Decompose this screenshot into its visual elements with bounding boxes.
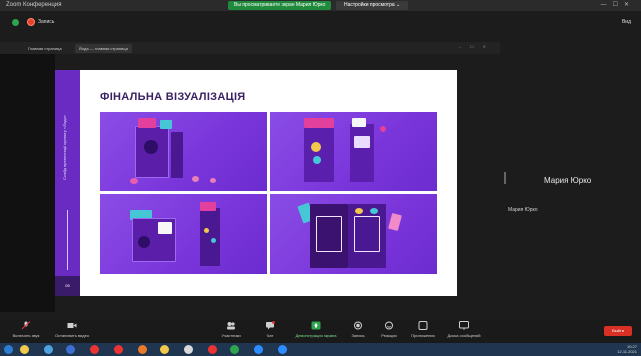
video-label: Остановить видео xyxy=(54,333,90,338)
shared-screen-margin xyxy=(0,54,55,312)
shared-slide: Слайд презентації проекту «Йода» 05 ФІНА… xyxy=(55,70,457,296)
chrome-icon[interactable] xyxy=(160,345,169,354)
record-icon xyxy=(27,18,35,26)
product-image-2 xyxy=(270,112,437,191)
product-image-4 xyxy=(270,194,437,274)
product-image-1 xyxy=(100,112,267,191)
view-options-button[interactable]: Настройки просмотра ⌄ xyxy=(336,1,409,10)
whiteboard-icon xyxy=(459,321,469,330)
record-icon xyxy=(354,321,362,330)
apps-label: Приложения xyxy=(411,333,435,338)
meeting-toolbar: Включить звук Остановить видео Участники… xyxy=(0,319,641,343)
yandex-icon[interactable] xyxy=(90,345,99,354)
chat-label: Чат xyxy=(266,333,274,338)
slide-side-text: Слайд презентації проекту «Йода» xyxy=(62,115,67,180)
shared-browser-tabs: Главная страница Йода — главная страница… xyxy=(0,42,500,54)
slide-title: ФІНАЛЬНА ВІЗУАЛІЗАЦІЯ xyxy=(100,91,246,103)
window-title: Zoom Конференция xyxy=(6,2,62,8)
browser-tab: Главная страница xyxy=(28,46,62,51)
mute-button[interactable]: Включить звук xyxy=(8,321,44,338)
opera-icon[interactable] xyxy=(114,345,123,354)
chat-icon xyxy=(266,321,275,330)
clock-date: 12.11.2021 xyxy=(617,349,637,354)
reactions-button[interactable]: Реакции xyxy=(376,321,402,338)
participants-label: Участники xyxy=(221,333,241,338)
app-icon[interactable] xyxy=(230,345,239,354)
system-clock[interactable]: 10:27 12.11.2021 xyxy=(617,344,637,354)
slide-page-number: 05 xyxy=(55,276,80,296)
microphone-muted-icon xyxy=(21,321,31,330)
zoom-window: Zoom Конференция Вы просматриваете экран… xyxy=(0,0,641,356)
whiteboard-label: Доска сообщений xyxy=(447,333,481,338)
explorer-icon[interactable] xyxy=(20,345,29,354)
record-label: Запись xyxy=(351,333,365,338)
view-button[interactable]: Вид xyxy=(622,19,631,25)
chat-button[interactable]: Чат xyxy=(258,321,282,338)
product-image-3 xyxy=(100,194,267,274)
sharing-banner: Вы просматриваете экран Мария Юрко xyxy=(228,1,332,10)
windows-taskbar: 10:27 12.11.2021 xyxy=(0,343,641,356)
share-label: Демонстрация экрана xyxy=(295,333,337,338)
camera-icon xyxy=(67,323,77,328)
record-label[interactable]: Запись xyxy=(38,19,54,25)
share-screen-icon xyxy=(311,321,321,330)
title-bar: Zoom Конференция Вы просматриваете экран… xyxy=(0,0,641,11)
apps-icon xyxy=(418,321,428,330)
video-button[interactable]: Остановить видео xyxy=(50,321,94,338)
meeting-top-bar: Запись Вид xyxy=(0,11,641,33)
pane-resize-handle[interactable] xyxy=(504,172,506,184)
apps-button[interactable]: Приложения xyxy=(406,321,440,338)
browser-icon[interactable] xyxy=(138,345,147,354)
browser-window-controls: – ☐ ✕ xyxy=(458,44,490,49)
app-icon[interactable] xyxy=(208,345,217,354)
participant-name-large: Мария Юрко xyxy=(544,176,592,185)
shield-icon[interactable] xyxy=(12,19,19,26)
app-icon[interactable] xyxy=(278,345,287,354)
app-icon[interactable] xyxy=(44,345,53,354)
mute-label: Включить звук xyxy=(12,333,40,338)
participant-name-tag: Мария Юрко xyxy=(508,207,538,213)
zoom-icon[interactable] xyxy=(254,345,263,354)
folder-icon[interactable] xyxy=(184,345,193,354)
participants-button[interactable]: Участники xyxy=(214,321,248,338)
slide-sidebar: Слайд презентації проекту «Йода» 05 xyxy=(55,70,80,296)
end-meeting-button[interactable]: Выйти xyxy=(604,326,632,336)
reactions-label: Реакции xyxy=(381,333,397,338)
record-button[interactable]: Запись xyxy=(346,321,370,338)
word-icon[interactable] xyxy=(66,345,75,354)
whiteboard-button[interactable]: Доска сообщений xyxy=(442,321,486,338)
slide-side-line xyxy=(67,210,68,270)
emoji-icon xyxy=(385,321,393,330)
start-icon[interactable] xyxy=(4,345,13,354)
share-screen-button[interactable]: Демонстрация экрана xyxy=(290,321,342,338)
window-controls[interactable]: —☐✕ xyxy=(601,1,635,8)
browser-tab-active: Йода — главная страница xyxy=(75,44,132,53)
participants-icon xyxy=(227,322,235,330)
